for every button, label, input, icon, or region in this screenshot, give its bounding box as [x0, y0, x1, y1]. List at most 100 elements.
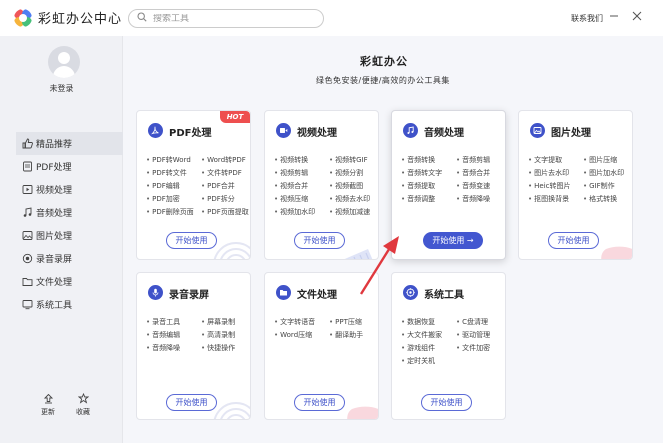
feature-item[interactable]: 游戏组件 [401, 343, 456, 353]
decorative-arcs [213, 242, 250, 259]
feature-item[interactable]: 图片压缩 [583, 155, 632, 165]
feature-item[interactable]: PDF页面提取 [201, 207, 250, 217]
feature-item[interactable]: 图片加水印 [583, 168, 632, 178]
feature-item[interactable]: 音频提取 [401, 181, 456, 191]
feature-item[interactable]: 文件转PDF [201, 168, 250, 178]
feature-item[interactable]: PDF删除页面 [146, 207, 201, 217]
feature-item[interactable]: 快捷操作 [201, 343, 250, 353]
favorite-button[interactable]: 收藏 [71, 393, 95, 417]
sidebar-nav: 精品推荐 PDF处理 视频处理 音频处理 图片处理 录音录屏 文件处理 系统工具 [16, 132, 123, 316]
feature-item[interactable]: 视频去水印 [329, 194, 378, 204]
feature-item[interactable]: 数据恢复 [401, 317, 456, 327]
feature-item[interactable]: 音频合并 [456, 168, 505, 178]
feature-item[interactable]: 音频编辑 [146, 330, 201, 340]
feature-item[interactable]: 视频截图 [329, 181, 378, 191]
start-button[interactable]: 开始使用 [421, 394, 472, 411]
feature-item[interactable]: GIF制作 [583, 181, 632, 191]
feature-item[interactable]: 视频转换 [274, 155, 329, 165]
avatar[interactable] [48, 46, 80, 78]
feature-item[interactable]: C盘清理 [456, 317, 505, 327]
sidebar-item-label: 系统工具 [36, 301, 73, 311]
feature-item[interactable]: 翻译助手 [329, 330, 378, 340]
sidebar-item-recommended[interactable]: 精品推荐 [16, 132, 123, 155]
feature-item[interactable]: 屏幕录制 [201, 317, 250, 327]
sidebar-item-record[interactable]: 录音录屏 [16, 247, 123, 270]
feature-item[interactable]: 格式转换 [583, 194, 632, 204]
feature-item[interactable]: 视频合并 [274, 181, 329, 191]
card-system[interactable]: 系统工具 数据恢复 C盘清理 大文件搬家 驱动管理 游戏组件 文件加密 定时关机… [391, 272, 506, 420]
feature-item[interactable]: 驱动管理 [456, 330, 505, 340]
feature-item[interactable]: 音频降噪 [146, 343, 201, 353]
sidebar-item-file[interactable]: 文件处理 [16, 270, 123, 293]
feature-item[interactable]: 文件加密 [456, 343, 505, 353]
contact-us-link[interactable]: 联系我们 [571, 13, 603, 24]
rainbow-logo-icon [14, 8, 32, 27]
close-icon[interactable] [631, 10, 643, 22]
sidebar-item-system[interactable]: 系统工具 [16, 293, 123, 316]
update-button[interactable]: 更新 [36, 393, 60, 417]
feature-item[interactable]: 大文件搬家 [401, 330, 456, 340]
feature-list: 文字转语音 PPT压缩 Word压缩 翻译助手 [274, 317, 378, 340]
decorative-blob [601, 246, 632, 259]
feature-list: 录音工具 屏幕录制 音频编辑 高清录制 音频降噪 快捷操作 [146, 317, 250, 353]
feature-item[interactable]: PDF编辑 [146, 181, 201, 191]
feature-item[interactable]: PDF转文件 [146, 168, 201, 178]
sidebar-item-video[interactable]: 视频处理 [16, 178, 123, 201]
card-record[interactable]: 录音录屏 录音工具 屏幕录制 音频编辑 高清录制 音频降噪 快捷操作 开始使用 [136, 272, 251, 420]
feature-item[interactable]: Word转PDF [201, 155, 250, 165]
feature-item[interactable]: PPT压缩 [329, 317, 378, 327]
feature-item[interactable]: PDF拆分 [201, 194, 250, 204]
feature-item[interactable]: 音频转换 [401, 155, 456, 165]
card-pdf[interactable]: PDF处理 HOT PDF转Word Word转PDF PDF转文件 文件转PD… [136, 110, 251, 260]
video-icon [276, 123, 291, 138]
sidebar-item-image[interactable]: 图片处理 [16, 224, 123, 247]
feature-item[interactable]: PDF合并 [201, 181, 250, 191]
feature-list: 音频转换 音频剪辑 音频转文字 音频合并 音频提取 音频变速 音频调整 音频降噪 [401, 155, 505, 204]
feature-item[interactable]: 视频剪辑 [274, 168, 329, 178]
card-title: PDF处理 [169, 128, 212, 139]
feature-item[interactable]: 图片去水印 [528, 168, 583, 178]
feature-item[interactable]: 音频剪辑 [456, 155, 505, 165]
annotation-arrow [359, 236, 399, 295]
feature-item[interactable]: 视频压缩 [274, 194, 329, 204]
feature-item[interactable]: 音频转文字 [401, 168, 456, 178]
feature-item[interactable]: 视频加水印 [274, 207, 329, 217]
record-icon [22, 253, 33, 264]
feature-item[interactable]: Word压缩 [274, 330, 329, 340]
feature-item[interactable]: 视频加减速 [329, 207, 378, 217]
feature-item[interactable]: 文字提取 [528, 155, 583, 165]
login-status[interactable]: 未登录 [0, 83, 123, 94]
feature-item[interactable]: 抠图换背景 [528, 194, 583, 204]
update-label: 更新 [41, 408, 55, 416]
decorative-blob [347, 406, 378, 419]
feature-item[interactable]: 音频降噪 [456, 194, 505, 204]
feature-item[interactable]: 音频变速 [456, 181, 505, 191]
sidebar-item-audio[interactable]: 音频处理 [16, 201, 123, 224]
feature-item[interactable]: 定时关机 [401, 356, 456, 366]
feature-item[interactable]: 高清录制 [201, 330, 250, 340]
search-input[interactable] [153, 13, 313, 24]
pdf-icon [148, 123, 163, 138]
feature-item[interactable]: 录音工具 [146, 317, 201, 327]
sidebar: 未登录 精品推荐 PDF处理 视频处理 音频处理 图片处理 录音录屏 文件处理 [0, 36, 123, 443]
favorite-label: 收藏 [76, 408, 90, 416]
feature-item[interactable]: 文字转语音 [274, 317, 329, 327]
search-box[interactable] [128, 9, 324, 28]
card-audio[interactable]: 音频处理 音频转换 音频剪辑 音频转文字 音频合并 音频提取 音频变速 音频调整… [391, 110, 506, 260]
card-title: 录音录屏 [169, 290, 209, 301]
top-bar: 彩虹办公中心 联系我们 [0, 0, 663, 36]
card-title: 图片处理 [551, 128, 591, 139]
feature-item[interactable]: PDF转Word [146, 155, 201, 165]
sidebar-item-pdf[interactable]: PDF处理 [16, 155, 123, 178]
feature-item[interactable]: 音频调整 [401, 194, 456, 204]
card-image[interactable]: 图片处理 文字提取 图片压缩 图片去水印 图片加水印 Heic转图片 GIF制作… [518, 110, 633, 260]
card-title: 视频处理 [297, 128, 337, 139]
page-subtitle: 绿色免安装/便捷/高效的办公工具集 [316, 76, 450, 85]
minimize-icon[interactable] [608, 10, 620, 22]
search-icon [137, 12, 147, 25]
feature-item[interactable]: 视频分割 [329, 168, 378, 178]
feature-item[interactable]: Heic转图片 [528, 181, 583, 191]
start-button[interactable]: 开始使用 → [423, 232, 483, 249]
feature-item[interactable]: 视频转GIF [329, 155, 378, 165]
feature-item[interactable]: PDF加密 [146, 194, 201, 204]
